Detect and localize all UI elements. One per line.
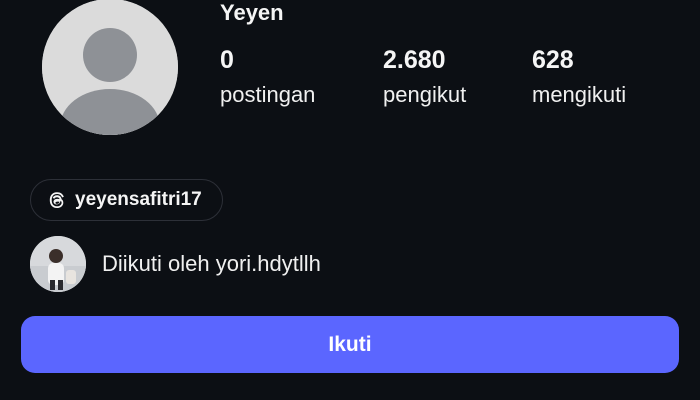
profile-username: Yeyen [220,0,284,25]
stat-following[interactable]: 628 mengikuti [532,44,626,110]
mutual-followers-row[interactable]: Diikuti oleh yori.hdytllh [30,236,321,292]
default-avatar-icon [42,0,178,135]
mutual-followers-text: Diikuti oleh yori.hdytllh [102,251,321,276]
threads-link-chip[interactable]: yeyensafitri17 [30,179,223,221]
profile-avatar[interactable] [42,0,178,135]
stat-following-value: 628 [532,46,574,74]
stat-followers-value: 2.680 [383,46,446,74]
stat-posts-value: 0 [220,46,234,74]
stat-following-label: mengikuti [532,82,627,107]
threads-handle: yeyensafitri17 [75,189,202,210]
follow-button[interactable]: Ikuti [21,316,679,373]
threads-icon [47,190,67,210]
stat-posts[interactable]: 0 postingan [220,44,315,110]
stat-followers-label: pengikut [383,82,467,107]
stat-posts-label: postingan [220,82,316,107]
stat-followers[interactable]: 2.680 pengikut [383,44,466,110]
mutual-follower-avatar [30,236,86,292]
